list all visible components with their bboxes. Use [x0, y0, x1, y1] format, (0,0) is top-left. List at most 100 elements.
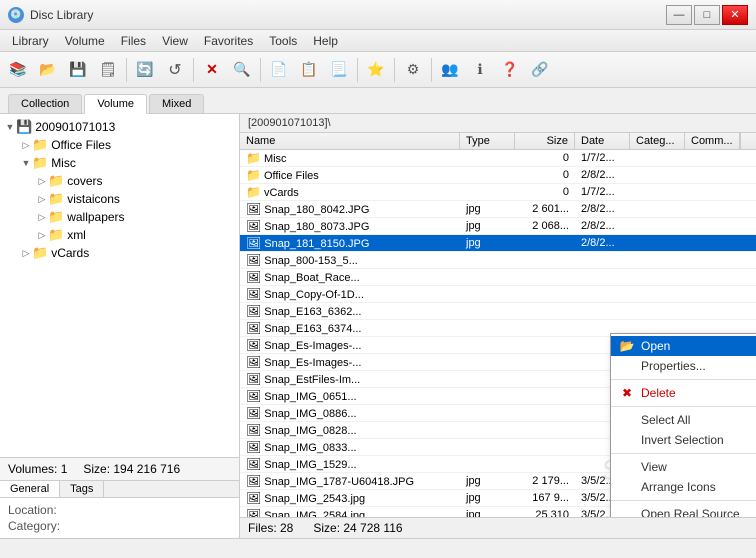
toolbar-btn-star[interactable]: ⭐ — [362, 56, 390, 84]
info-tab-general[interactable]: General — [0, 481, 60, 497]
file-type-snapimg0833 — [460, 446, 515, 448]
image-icon: 🖼 — [246, 338, 261, 352]
col-header-date[interactable]: Date — [575, 133, 630, 149]
file-row-snap800[interactable]: 🖼Snap_800-153_5... — [240, 252, 756, 269]
ctx-selectall[interactable]: Select All Ctrl+A — [611, 410, 756, 430]
file-row-snapcopy[interactable]: 🖼Snap_Copy-Of-1D... — [240, 286, 756, 303]
ctx-properties[interactable]: Properties... Alt+Enter — [611, 356, 756, 376]
file-type-snap8042: jpg — [460, 202, 515, 216]
ctx-sep-4 — [611, 500, 756, 501]
file-row-snap8150[interactable]: 🖼Snap_181_8150.JPG jpg 2/8/2... — [240, 235, 756, 252]
image-icon: 🖼 — [246, 321, 261, 335]
info-tab-tags[interactable]: Tags — [60, 481, 104, 497]
file-type-snap800 — [460, 259, 515, 261]
file-comm-snap8150 — [685, 242, 740, 244]
file-date-snapboat — [575, 276, 630, 278]
file-type-snapimg0828 — [460, 429, 515, 431]
menu-favorites[interactable]: Favorites — [196, 32, 261, 50]
file-date-office: 2/8/2... — [575, 168, 630, 182]
toolbar-btn-file3[interactable]: 📃 — [325, 56, 353, 84]
menu-library[interactable]: Library — [4, 32, 57, 50]
menu-tools[interactable]: Tools — [261, 32, 305, 50]
location-label: Location: — [8, 503, 68, 517]
toolbar-btn-users[interactable]: 👥 — [436, 56, 464, 84]
toolbar-btn-help[interactable]: ❓ — [496, 56, 524, 84]
maximize-button[interactable]: □ — [694, 5, 720, 25]
col-header-type[interactable]: Type — [460, 133, 515, 149]
toolbar-btn-refresh[interactable]: 🔄 — [131, 56, 159, 84]
folder-icon-office: 📁 — [32, 137, 48, 153]
file-size-snapimg1787: 2 179... — [515, 474, 575, 488]
menu-view[interactable]: View — [154, 32, 196, 50]
file-row-snape163a[interactable]: 🖼Snap_E163_6362... — [240, 303, 756, 320]
ctx-openreal[interactable]: Open Real Source Ctrl+Enter — [611, 504, 756, 517]
minimize-button[interactable]: — — [666, 5, 692, 25]
tree-node-misc[interactable]: ▼ 📁 Misc — [4, 154, 235, 172]
file-cat-snap800 — [630, 259, 685, 261]
close-button[interactable]: ✕ — [722, 5, 748, 25]
toolbar: 📚 📂 💾 🗒 🔄 ↺ ✕ 🔍 📄 📋 📃 ⭐ ⚙ 👥 ℹ ❓ 🔗 — [0, 52, 756, 88]
tree-node-office[interactable]: ▷ 📁 Office Files — [4, 136, 235, 154]
tree-view[interactable]: ▼ 💾 200901071013 ▷ 📁 Office Files ▼ 📁 Mi… — [0, 114, 239, 457]
menu-help[interactable]: Help — [305, 32, 346, 50]
expand-icon-xml: ▷ — [36, 230, 48, 241]
toolbar-btn-refresh2[interactable]: ↺ — [161, 56, 189, 84]
toolbar-btn-save[interactable]: 💾 — [64, 56, 92, 84]
scrollbar-placeholder — [740, 133, 756, 149]
tree-node-vcards[interactable]: ▷ 📁 vCards — [4, 244, 235, 262]
file-list[interactable]: Name Type Size Date Categ... Comm... 📁Mi… — [240, 133, 756, 517]
menu-volume[interactable]: Volume — [57, 32, 113, 50]
col-header-cat[interactable]: Categ... — [630, 133, 685, 149]
file-row-snap8073[interactable]: 🖼Snap_180_8073.JPG jpg 2 068... 2/8/2... — [240, 218, 756, 235]
ctx-view[interactable]: View ▶ — [611, 457, 756, 477]
ctx-arrangeicons[interactable]: Arrange Icons ▶ — [611, 477, 756, 497]
expand-icon-vcards: ▷ — [20, 248, 32, 259]
file-comm-vcards — [685, 191, 740, 193]
image-icon: 🖼 — [246, 304, 261, 318]
col-header-name[interactable]: Name — [240, 133, 460, 149]
toolbar-btn-info[interactable]: ℹ — [466, 56, 494, 84]
toolbar-btn-file2[interactable]: 📋 — [295, 56, 323, 84]
info-tabs: General Tags — [0, 481, 239, 498]
col-header-size[interactable]: Size — [515, 133, 575, 149]
tab-mixed[interactable]: Mixed — [149, 94, 204, 113]
file-name-vcards: 📁vCards — [240, 184, 460, 200]
toolbar-btn-search[interactable]: 🔍 — [228, 56, 256, 84]
tab-volume[interactable]: Volume — [84, 94, 147, 114]
file-cat-snape163b — [630, 327, 685, 329]
toolbar-btn-file1[interactable]: 📄 — [265, 56, 293, 84]
tree-node-wallpapers[interactable]: ▷ 📁 wallpapers — [4, 208, 235, 226]
file-date-vcards: 1/7/2... — [575, 185, 630, 199]
file-size-office: 0 — [515, 168, 575, 182]
tree-node-root[interactable]: ▼ 💾 200901071013 — [4, 118, 235, 136]
ctx-sep-3 — [611, 453, 756, 454]
file-comm-snape163a — [685, 310, 740, 312]
tab-bar: Collection Volume Mixed — [0, 88, 756, 114]
tree-node-xml[interactable]: ▷ 📁 xml — [4, 226, 235, 244]
menu-files[interactable]: Files — [113, 32, 154, 50]
toolbar-btn-open[interactable]: 📂 — [34, 56, 62, 84]
file-name-office: 📁Office Files — [240, 167, 460, 183]
file-row-office[interactable]: 📁Office Files 0 2/8/2... — [240, 167, 756, 184]
file-name-snapcopy: 🖼Snap_Copy-Of-1D... — [240, 286, 460, 302]
file-row-misc[interactable]: 📁Misc 0 1/7/2... — [240, 150, 756, 167]
ctx-delete[interactable]: ✖ Delete Ctrl+D — [611, 383, 756, 403]
tab-collection[interactable]: Collection — [8, 94, 82, 113]
file-row-vcards[interactable]: 📁vCards 0 1/7/2... — [240, 184, 756, 201]
toolbar-btn-library[interactable]: 📚 — [4, 56, 32, 84]
tree-node-vistaicons[interactable]: ▷ 📁 vistaicons — [4, 190, 235, 208]
file-row-snapboat[interactable]: 🖼Snap_Boat_Race... — [240, 269, 756, 286]
col-header-comm[interactable]: Comm... — [685, 133, 740, 149]
file-name-snapboat: 🖼Snap_Boat_Race... — [240, 269, 460, 285]
tree-node-covers[interactable]: ▷ 📁 covers — [4, 172, 235, 190]
toolbar-btn-prop[interactable]: 🗒 — [94, 56, 122, 84]
file-size-snapes1 — [515, 344, 575, 346]
file-date-snap8042: 2/8/2... — [575, 202, 630, 216]
toolbar-btn-settings[interactable]: ⚙ — [399, 56, 427, 84]
ctx-invertsel[interactable]: Invert Selection — [611, 430, 756, 450]
toolbar-btn-link[interactable]: 🔗 — [526, 56, 554, 84]
ctx-open[interactable]: 📂 Open Enter — [611, 336, 756, 356]
expand-icon-vistaicons: ▷ — [36, 194, 48, 205]
toolbar-btn-delete[interactable]: ✕ — [198, 56, 226, 84]
file-row-snap8042[interactable]: 🖼Snap_180_8042.JPG jpg 2 601... 2/8/2... — [240, 201, 756, 218]
